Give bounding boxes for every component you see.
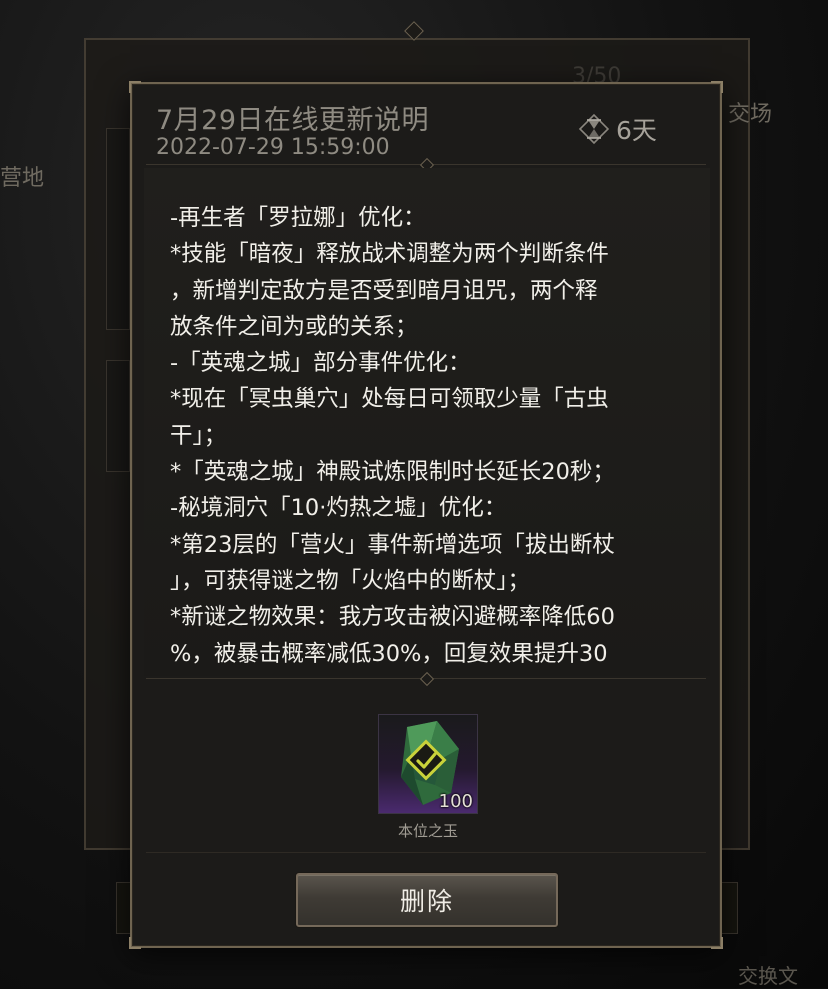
frame-corner [711,937,723,949]
attachment-count: 100 [438,791,473,812]
background-card [106,128,130,330]
mail-body-line: -再生者「罗拉娜」优化： [170,205,426,231]
mail-body-line: %，被暴击概率减低30%，回复效果提升30 [170,640,608,667]
dialog-title: 7月29日在线更新说明 [156,105,430,136]
dialog-date: 2022-07-29 15:59:00 [156,135,390,160]
mail-body-line: *第23层的「营火」事件新增选项「拔出断杖 [170,531,615,558]
mail-body-line: *现在「冥虫巢穴」处每日可领取少量「古虫 [170,386,609,413]
mail-body-line: *新谜之物效果：我方攻击被闪避概率降低60 [170,604,615,631]
background-label-bottom: 交换文 [738,964,798,988]
mail-body-line: *技能「暗夜」释放战术调整为两个判断条件 [170,241,609,268]
hourglass-icon [578,113,610,145]
attachment-item[interactable]: 100 [378,714,478,814]
mail-content-scroll[interactable]: -再生者「罗拉娜」优化： *技能「暗夜」释放战术调整为两个判断条件 ，新增判定敌方是… [144,168,710,676]
dialog-header: 7月29日在线更新说明 2022-07-29 15:59:00 6天 [132,84,720,166]
expiry-timer-text: 6天 [616,116,657,145]
mail-body-line: 」，可获得谜之物「火焰中的断杖」； [170,567,531,594]
mail-body-line: -秘境洞穴「10·灼热之墟」优化： [170,495,507,522]
mail-body-line: 干」； [170,422,227,449]
mail-body-line: *「英魂之城」神殿试炼限制时长延长20秒； [170,459,615,486]
background-label-left: 营地 [0,166,45,191]
background-card [106,360,130,472]
mail-dialog: 7月29日在线更新说明 2022-07-29 15:59:00 6天 -再生者「… [129,81,723,949]
divider [146,852,706,853]
attachment-name: 本位之玉 [397,822,458,840]
mail-body-line: ，新增判定敌方是否受到暗月诅咒，两个释 [170,277,598,304]
mail-body-line: -「英魂之城」部分事件优化： [170,350,471,377]
mail-body-text: -再生者「罗拉娜」优化： *技能「暗夜」释放战术调整为两个判断条件 ，新增判定敌方是… [170,200,690,672]
mail-body-line: 放条件之间为或的关系； [170,313,418,340]
delete-button-label: 删除 [399,887,454,916]
background-label-right: 交场 [728,102,773,127]
delete-button[interactable]: 删除 [296,873,558,927]
expiry-timer: 6天 [576,112,657,146]
frame-corner [129,937,141,949]
